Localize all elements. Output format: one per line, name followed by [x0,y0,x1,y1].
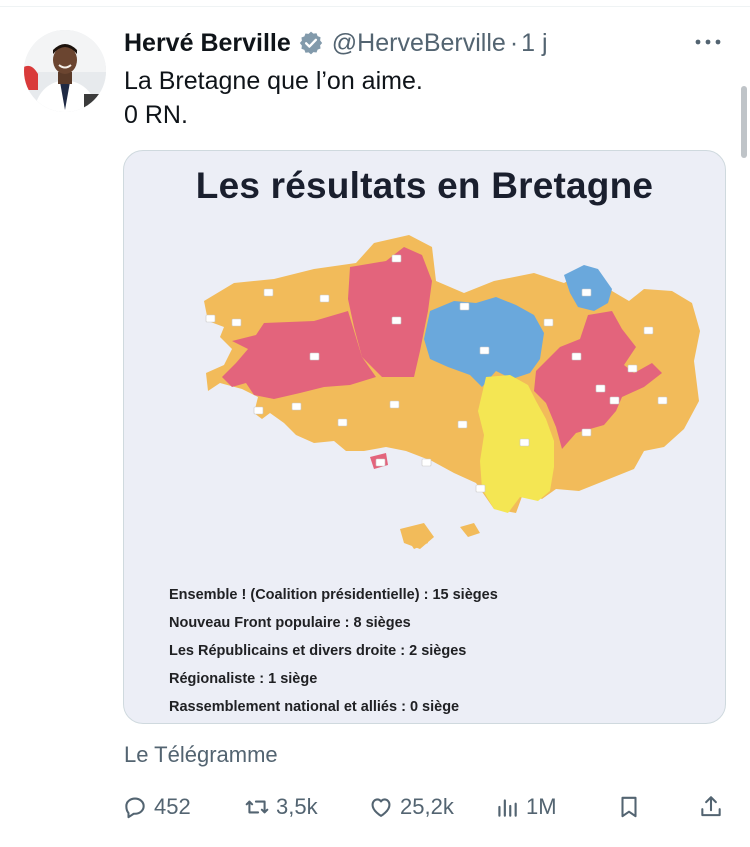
share-button[interactable] [698,789,724,825]
timestamp[interactable]: 1 j [521,29,547,58]
legend-item: Rassemblement national et alliés : 0 siè… [169,699,460,715]
heart-icon [371,798,391,817]
reply-button[interactable]: 452 [122,789,191,825]
tweet-text: La Bretagne que l’on aime. 0 RN. [124,64,423,132]
scrollbar-thumb[interactable] [741,86,747,158]
author-name[interactable]: Hervé Berville [124,29,291,58]
legend-item: Ensemble ! (Coalition présidentielle) : … [169,587,498,603]
top-divider [0,6,750,7]
more-options-icon[interactable] [693,32,723,52]
share-icon [701,796,721,817]
tweet-text-line: 0 RN. [124,101,188,129]
reply-count: 452 [154,794,191,819]
legend-item: Les Républicains et divers droite : 2 si… [169,643,467,659]
retweet-count: 3,5k [276,794,318,819]
media-title: Les résultats en Bretagne [195,165,654,206]
like-button[interactable]: 25,2k [368,789,454,825]
verified-badge-icon [299,31,322,55]
legend-item: Régionaliste : 1 siège [169,671,318,687]
media-source-label: Le Télégramme [124,742,278,767]
bookmark-button[interactable] [616,789,642,825]
like-count: 25,2k [400,794,454,819]
views-button[interactable]: 1M [494,789,557,825]
legend-item: Nouveau Front populaire : 8 sièges [169,615,411,631]
avatar[interactable] [24,30,106,112]
separator-dot: · [509,28,519,57]
reply-icon [125,797,145,819]
media-card[interactable]: Les résultats en Bretagne Ensemble ! (Co… [123,150,726,724]
views-icon [498,799,517,817]
avatar-photo [24,30,106,112]
retweet-icon [245,800,269,814]
tweet-text-line: La Bretagne que l’on aime. [124,67,423,95]
tweet-header: Hervé Berville @HerveBerville · 1 j [124,26,548,60]
results-legend: Ensemble ! (Coalition présidentielle) : … [169,581,498,721]
retweet-button[interactable]: 3,5k [244,789,318,825]
tweet-actions: 452 3,5k 25,2k 1M [0,789,750,829]
views-count: 1M [526,794,557,819]
author-handle[interactable]: @HerveBerville [332,29,506,58]
bookmark-icon [621,796,637,818]
